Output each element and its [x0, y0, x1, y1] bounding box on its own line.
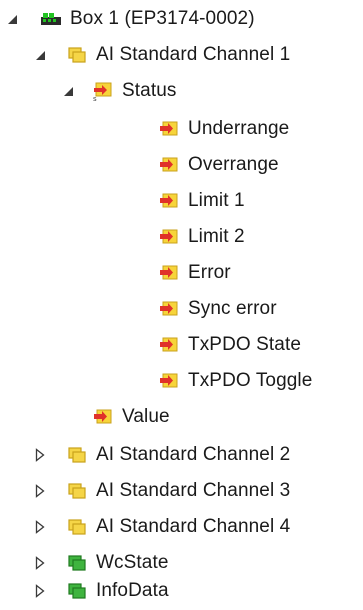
tree-item-label: AI Standard Channel 1	[96, 44, 291, 65]
input-variable-icon	[158, 190, 180, 212]
input-variable-icon	[158, 334, 180, 356]
tree-item-limit-2[interactable]: Limit 2	[158, 220, 245, 254]
input-variable-icon	[158, 226, 180, 248]
tree-item-status[interactable]: s Status	[60, 74, 176, 108]
tree-item-error[interactable]: Error	[158, 256, 231, 290]
tree-item-label: AI Standard Channel 3	[96, 480, 291, 501]
tree-item-label: Underrange	[188, 118, 290, 139]
collapsed-arrow-icon[interactable]	[32, 447, 48, 463]
input-variable-icon	[158, 298, 180, 320]
expanded-arrow-icon[interactable]	[32, 47, 48, 63]
folder-yellow-icon	[66, 444, 88, 466]
tree-item-label: InfoData	[96, 580, 169, 601]
tree-item-ai-channel-3[interactable]: AI Standard Channel 3	[32, 474, 290, 508]
input-variable-icon	[158, 118, 180, 140]
tree-item-label: TxPDO State	[188, 334, 302, 355]
tree-item-ai-channel-4[interactable]: AI Standard Channel 4	[32, 510, 290, 544]
folder-yellow-icon	[66, 516, 88, 538]
tree-item-ai-channel-1[interactable]: AI Standard Channel 1	[32, 38, 290, 72]
input-variable-icon	[158, 154, 180, 176]
tree-item-label: Limit 2	[188, 226, 245, 247]
tree-item-label: Box 1 (EP3174-0002)	[70, 8, 255, 29]
folder-green-icon	[66, 552, 88, 574]
collapsed-arrow-icon[interactable]	[32, 519, 48, 535]
tree-item-box-1[interactable]: Box 1 (EP3174-0002)	[4, 2, 255, 36]
tree-item-label: Status	[122, 80, 177, 101]
tree-item-label: Limit 1	[188, 190, 245, 211]
tree-item-label: Error	[188, 262, 231, 283]
collapsed-arrow-icon[interactable]	[32, 555, 48, 571]
collapsed-arrow-icon[interactable]	[32, 583, 48, 599]
box-module-icon	[40, 8, 62, 30]
input-variable-icon	[158, 370, 180, 392]
tree-item-txpdo-toggle[interactable]: TxPDO Toggle	[158, 364, 312, 398]
tree-item-label: AI Standard Channel 2	[96, 444, 291, 465]
io-tree-view: Box 1 (EP3174-0002) AI Standard Channel …	[0, 0, 363, 610]
svg-text:s: s	[93, 95, 97, 102]
tree-item-label: Value	[122, 406, 170, 427]
tree-item-label: Sync error	[188, 298, 277, 319]
folder-yellow-icon	[66, 480, 88, 502]
expanded-arrow-icon[interactable]	[4, 11, 20, 27]
folder-yellow-icon	[66, 44, 88, 66]
input-variable-icon	[92, 406, 114, 428]
tree-item-txpdo-state[interactable]: TxPDO State	[158, 328, 301, 362]
input-variable-struct-icon: s	[92, 80, 114, 102]
folder-green-icon	[66, 580, 88, 602]
tree-item-underrange[interactable]: Underrange	[158, 112, 289, 146]
collapsed-arrow-icon[interactable]	[32, 483, 48, 499]
tree-item-label: AI Standard Channel 4	[96, 516, 291, 537]
tree-item-label: TxPDO Toggle	[188, 370, 313, 391]
expanded-arrow-icon[interactable]	[60, 83, 76, 99]
input-variable-icon	[158, 262, 180, 284]
tree-item-overrange[interactable]: Overrange	[158, 148, 279, 182]
tree-item-ai-channel-2[interactable]: AI Standard Channel 2	[32, 438, 290, 472]
tree-item-infodata[interactable]: InfoData	[32, 574, 169, 608]
tree-item-label: Overrange	[188, 154, 279, 175]
tree-item-sync-error[interactable]: Sync error	[158, 292, 277, 326]
tree-item-limit-1[interactable]: Limit 1	[158, 184, 245, 218]
tree-item-value[interactable]: Value	[92, 400, 170, 434]
